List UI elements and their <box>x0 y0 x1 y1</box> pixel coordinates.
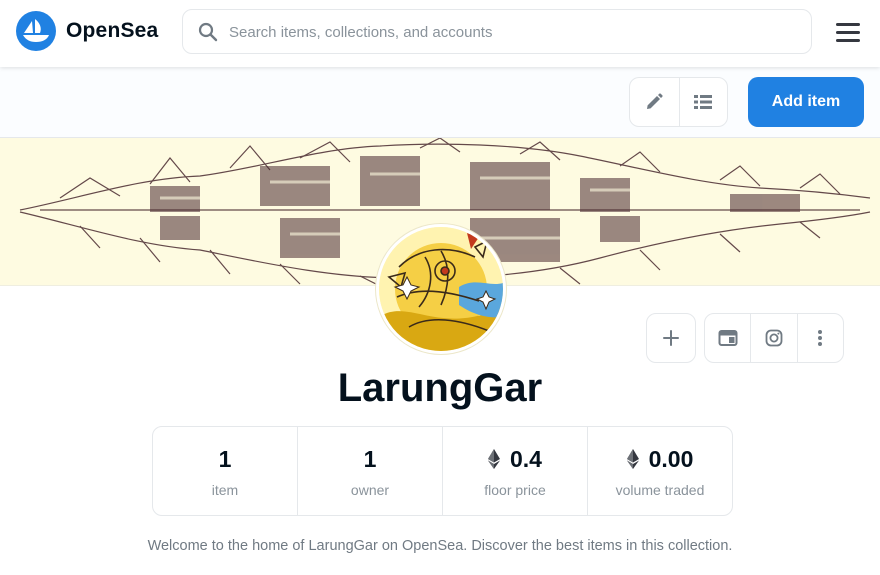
pencil-icon <box>647 93 663 109</box>
ethereum-icon <box>488 449 500 469</box>
search-icon <box>198 22 218 42</box>
more-vertical-icon <box>818 330 823 346</box>
stat-owners-value: 1 <box>363 445 377 472</box>
add-button[interactable] <box>646 313 696 363</box>
top-navigation: OpenSea <box>0 0 880 67</box>
stat-volume-traded-label: volume traded <box>615 482 705 498</box>
stat-items-value: 1 <box>218 445 232 472</box>
stat-items[interactable]: 1 item <box>153 427 297 515</box>
search-input[interactable] <box>229 20 789 44</box>
more-options-button[interactable] <box>796 314 843 362</box>
collection-avatar <box>376 224 506 354</box>
stat-floor-price-label: floor price <box>484 482 546 498</box>
instagram-icon <box>765 329 783 347</box>
collection-stats: 1 item 1 owner 0.4 floor price 0.00 volu… <box>152 426 733 516</box>
stat-volume-traded[interactable]: 0.00 volume traded <box>587 427 732 515</box>
search-bar[interactable] <box>182 9 812 54</box>
browser-window-icon <box>718 330 738 346</box>
view-tools-group <box>629 77 728 127</box>
collection-toolbar: Add item <box>0 67 880 138</box>
stat-owners-label: owner <box>350 482 390 498</box>
stat-floor-price-value: 0.4 <box>510 445 542 472</box>
stat-owners[interactable]: 1 owner <box>297 427 442 515</box>
edit-collection-button[interactable] <box>630 78 679 126</box>
website-link-button[interactable] <box>705 314 750 362</box>
collection-description: Welcome to the home of LarungGar on Open… <box>147 538 733 554</box>
ethereum-icon <box>626 449 639 469</box>
social-links-group <box>704 313 844 363</box>
add-item-button[interactable]: Add item <box>748 77 864 127</box>
brand-name[interactable]: OpenSea <box>66 19 158 43</box>
list-icon <box>694 95 713 109</box>
stat-floor-price[interactable]: 0.4 floor price <box>442 427 587 515</box>
stat-volume-traded-value: 0.00 <box>648 445 694 472</box>
collection-title: LarungGar <box>337 366 543 410</box>
list-view-button[interactable] <box>678 78 728 126</box>
hamburger-menu-icon[interactable] <box>832 18 864 46</box>
stat-items-label: item <box>211 482 239 498</box>
instagram-link-button[interactable] <box>750 314 796 362</box>
plus-icon <box>663 330 679 346</box>
opensea-logo-icon[interactable] <box>16 11 56 51</box>
